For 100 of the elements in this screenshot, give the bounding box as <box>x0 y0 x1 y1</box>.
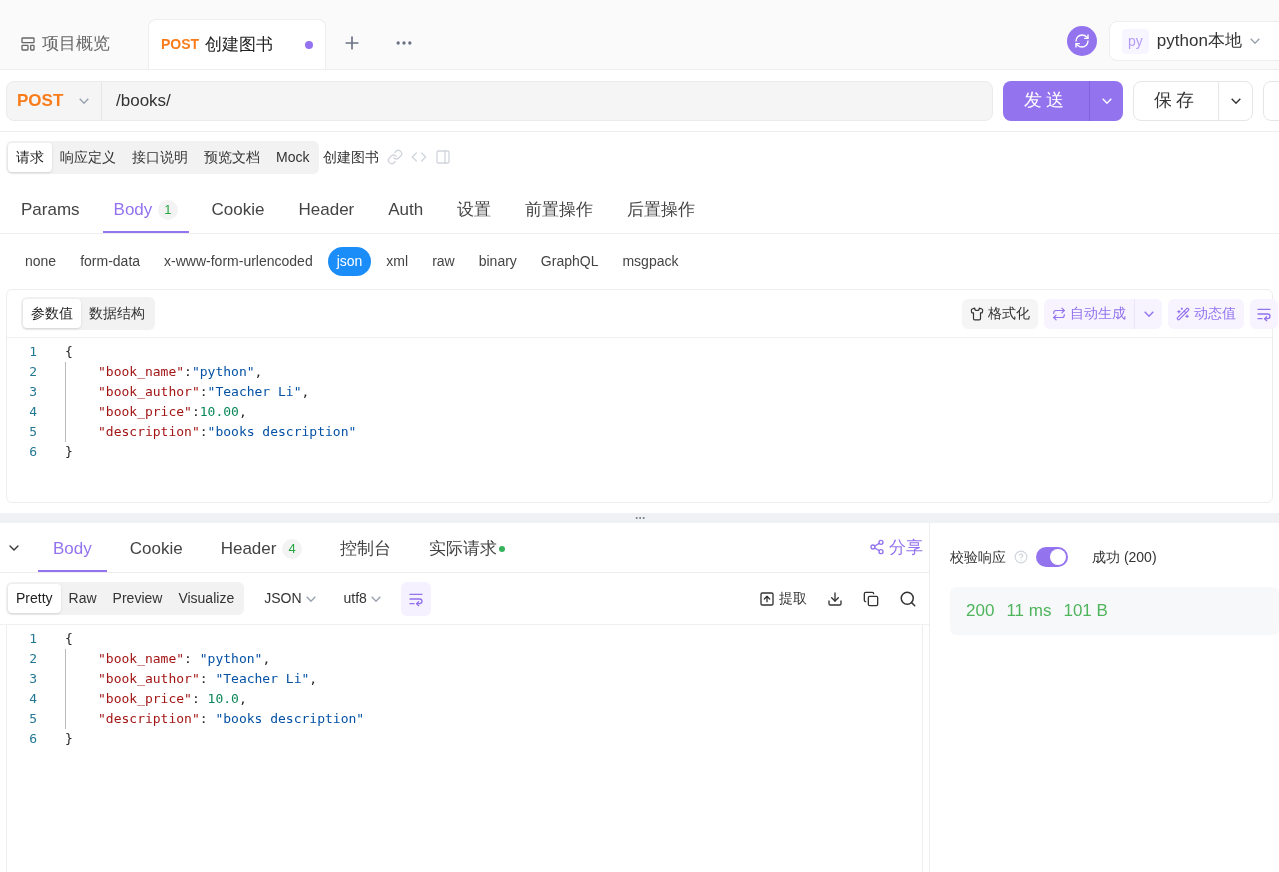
param-tab[interactable]: Cookie <box>200 189 276 233</box>
response-mode-tab[interactable]: Raw <box>60 584 105 613</box>
code-line: "book_price":10.00, <box>98 403 247 422</box>
copy-icon[interactable] <box>863 590 879 607</box>
magic-wand-icon <box>1176 306 1190 321</box>
body-type-option[interactable]: raw <box>423 247 464 276</box>
code-line: "book_name":"python", <box>98 363 263 382</box>
validation-result: 成功 (200) <box>1092 547 1157 567</box>
line-number: 3 <box>28 670 37 689</box>
endpoint-name: 创建图书 <box>323 147 380 167</box>
repeat-icon <box>1052 306 1066 321</box>
encoding-select[interactable]: utf8 <box>335 588 389 609</box>
param-tab[interactable]: Body 1 <box>102 189 189 233</box>
stat-value: 200 <box>966 600 995 623</box>
response-mode-tab[interactable]: Preview <box>104 584 171 613</box>
stat-value: 11 ms <box>1006 600 1052 623</box>
view-tab[interactable]: 响应定义 <box>52 142 124 172</box>
response-tab[interactable]: 实际请求 <box>413 528 520 572</box>
line-number: 6 <box>28 443 37 462</box>
format-select[interactable]: JSON <box>256 588 324 609</box>
code-line: "description":"books description" <box>98 423 357 442</box>
line-number: 5 <box>28 710 37 729</box>
sync-icon <box>1074 33 1090 49</box>
chevron-icon <box>305 595 316 602</box>
response-tab[interactable]: Body <box>38 528 107 572</box>
shirt-icon <box>970 306 984 321</box>
param-tab[interactable]: Header <box>287 189 366 233</box>
body-type-option[interactable]: x-www-form-urlencoded <box>155 247 322 276</box>
body-type-option[interactable]: none <box>16 247 66 276</box>
tab-label: 项目概览 <box>42 33 110 56</box>
line-number: 6 <box>28 730 37 749</box>
param-tab[interactable]: Params <box>10 189 91 233</box>
editor-tab[interactable]: 项目概览 <box>8 19 148 69</box>
method-label: POST <box>161 35 200 54</box>
layout-icon <box>20 36 36 52</box>
chevron-icon <box>1143 310 1154 317</box>
code-line: "book_name": "python", <box>98 650 271 669</box>
extract-icon <box>759 590 775 607</box>
view-tab[interactable]: 请求 <box>8 142 52 172</box>
format-button[interactable]: 格式化 <box>962 298 1038 329</box>
stat-value: 101 B <box>1063 600 1108 623</box>
download-icon[interactable] <box>827 590 843 607</box>
chevron-icon <box>1230 97 1241 104</box>
response-mode-tab[interactable]: Pretty <box>8 584 61 613</box>
url-bar[interactable]: POST /books/ <box>6 80 993 121</box>
tab-label: 创建图书 <box>205 33 274 56</box>
code-line: "book_price": 10.0, <box>98 690 247 709</box>
code-line: } <box>65 443 73 462</box>
line-number: 4 <box>28 403 37 422</box>
editor-mode-tab[interactable]: 数据结构 <box>81 299 153 328</box>
line-number: 2 <box>28 363 37 382</box>
validation-toggle[interactable] <box>1036 547 1068 567</box>
extract-button[interactable]: 提取 <box>759 588 807 609</box>
chevron-icon <box>370 595 381 602</box>
count-badge: 1 <box>158 200 178 220</box>
url-input[interactable]: /books/ <box>102 87 185 114</box>
chevron-icon <box>1101 97 1112 104</box>
response-mode-tab[interactable]: Visualize <box>170 584 243 613</box>
code-line: } <box>65 730 73 749</box>
environment-select[interactable]: py python本地 <box>1109 21 1279 61</box>
body-type-option[interactable]: binary <box>469 247 526 276</box>
param-tab[interactable]: 前置操作 <box>514 189 605 233</box>
param-tab[interactable]: 后置操作 <box>616 189 707 233</box>
wrap-button[interactable] <box>1250 298 1278 329</box>
line-number: 5 <box>28 423 37 442</box>
param-tab[interactable]: 设置 <box>446 189 503 233</box>
editor-mode-tab[interactable]: 参数值 <box>23 299 81 328</box>
response-tab[interactable]: Cookie <box>114 528 198 572</box>
view-tab[interactable]: 预览文档 <box>196 142 268 172</box>
sync-button[interactable] <box>1067 26 1097 56</box>
param-tab[interactable]: Auth <box>377 189 435 233</box>
env-label: python本地 <box>1156 30 1242 53</box>
response-tab[interactable]: Header 4 <box>205 528 317 572</box>
code-line: "book_author":"Teacher Li", <box>98 383 310 402</box>
code-line: { <box>65 343 73 362</box>
code-line: { <box>65 630 73 649</box>
share-link[interactable]: 分享 <box>869 534 923 560</box>
line-number: 3 <box>28 383 37 402</box>
body-type-option[interactable]: xml <box>377 247 418 276</box>
response-tab[interactable]: 控制台 <box>324 528 406 572</box>
line-number: 4 <box>28 690 37 709</box>
view-tab[interactable]: Mock <box>268 142 318 172</box>
search-icon[interactable] <box>899 589 917 608</box>
count-badge: 4 <box>282 539 302 559</box>
line-number: 1 <box>28 630 37 649</box>
code-line: "description": "books description" <box>98 710 365 729</box>
body-type-option[interactable]: msgpack <box>613 247 688 276</box>
line-number: 2 <box>28 650 37 669</box>
chevron-icon <box>79 97 90 104</box>
body-type-option[interactable]: GraphQL <box>531 247 608 276</box>
validation-label: 校验响应 <box>950 547 1006 567</box>
chevron-icon <box>1249 38 1260 44</box>
code-line: "book_author": "Teacher Li", <box>98 670 318 689</box>
editor-tab[interactable]: POST 创建图书 <box>148 19 326 69</box>
share-icon <box>869 539 885 556</box>
view-tab[interactable]: 接口说明 <box>124 142 196 172</box>
body-type-option[interactable]: form-data <box>71 247 150 276</box>
line-number: 1 <box>28 343 37 362</box>
env-badge: py <box>1122 28 1149 54</box>
wrap-toggle[interactable] <box>400 581 431 616</box>
